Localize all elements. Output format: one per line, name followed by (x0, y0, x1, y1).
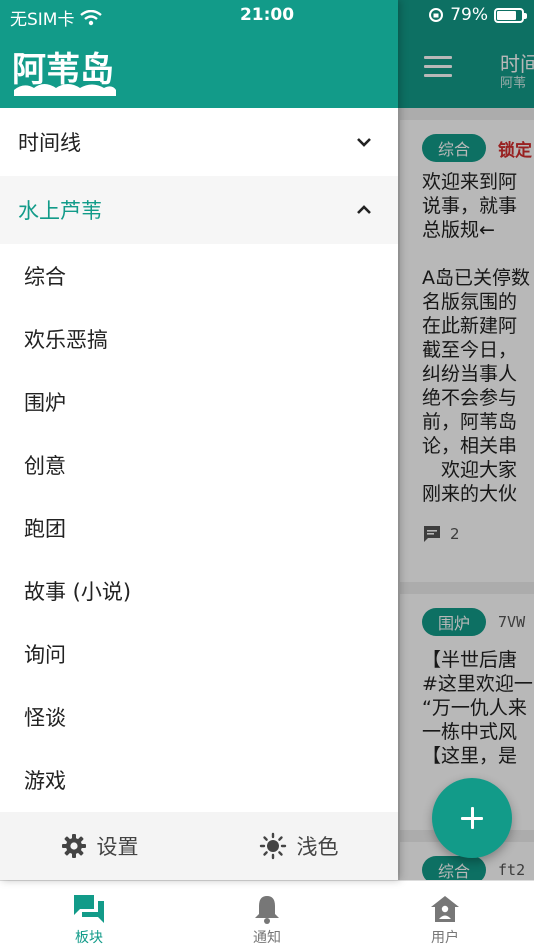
chevron-up-icon (357, 205, 371, 214)
wifi-icon (80, 9, 103, 25)
timeline-category[interactable]: 时间线 (0, 108, 398, 176)
settings-button[interactable]: 设置 (0, 812, 199, 880)
board-drawer: 阿苇岛 时间线 水上芦苇 综合 欢乐恶搞 围炉 创意 跑团 故事 (小说) 询问… (0, 0, 398, 880)
category-label: 水上芦苇 (18, 199, 102, 223)
chevron-down-icon (357, 138, 371, 147)
status-bar: 无SIM卡 21:00 79% (0, 0, 534, 32)
tab-user-label: 用户 (431, 930, 459, 946)
board-item[interactable]: 围炉 (0, 370, 398, 433)
board-item[interactable]: 游戏 (0, 748, 398, 811)
tab-boards[interactable]: 板块 (0, 881, 178, 950)
board-item[interactable]: 询问 (0, 622, 398, 685)
tab-boards-label: 板块 (75, 930, 103, 946)
tab-notifications-label: 通知 (253, 930, 281, 946)
gear-icon (61, 834, 86, 858)
tab-notifications[interactable]: 通知 (178, 881, 356, 950)
board-item[interactable]: 综合 (0, 244, 398, 307)
bell-icon (255, 896, 279, 924)
board-item[interactable]: 故事 (小说) (0, 559, 398, 622)
carrier-label: 无SIM卡 (10, 10, 75, 30)
settings-label: 设置 (96, 835, 139, 859)
new-thread-button[interactable] (432, 778, 512, 858)
theme-toggle-button[interactable]: 浅色 (199, 812, 398, 880)
board-item[interactable]: 欢乐恶搞 (0, 307, 398, 370)
app-logo: 阿苇岛 (12, 50, 116, 96)
board-category[interactable]: 水上芦苇 (0, 176, 398, 244)
drawer-footer: 设置 浅色 (0, 812, 398, 880)
drawer-scrim[interactable] (398, 0, 534, 880)
home-user-icon (431, 896, 459, 922)
board-item[interactable]: 创意 (0, 433, 398, 496)
board-list: 综合 欢乐恶搞 围炉 创意 跑团 故事 (小说) 询问 怪谈 游戏 (0, 244, 398, 811)
forum-icon (74, 895, 104, 923)
sun-icon (259, 832, 286, 860)
board-item[interactable]: 怪谈 (0, 685, 398, 748)
battery-icon (494, 7, 527, 23)
timeline-label: 时间线 (18, 131, 81, 155)
tab-user[interactable]: 用户 (356, 881, 534, 950)
logo-text: 阿苇岛 (12, 50, 114, 90)
orientation-lock-icon (429, 8, 444, 22)
theme-label: 浅色 (296, 835, 339, 859)
battery-percent: 79% (450, 5, 488, 25)
board-item[interactable]: 跑团 (0, 496, 398, 559)
bottom-tab-bar: 板块 通知 用户 (0, 880, 534, 950)
